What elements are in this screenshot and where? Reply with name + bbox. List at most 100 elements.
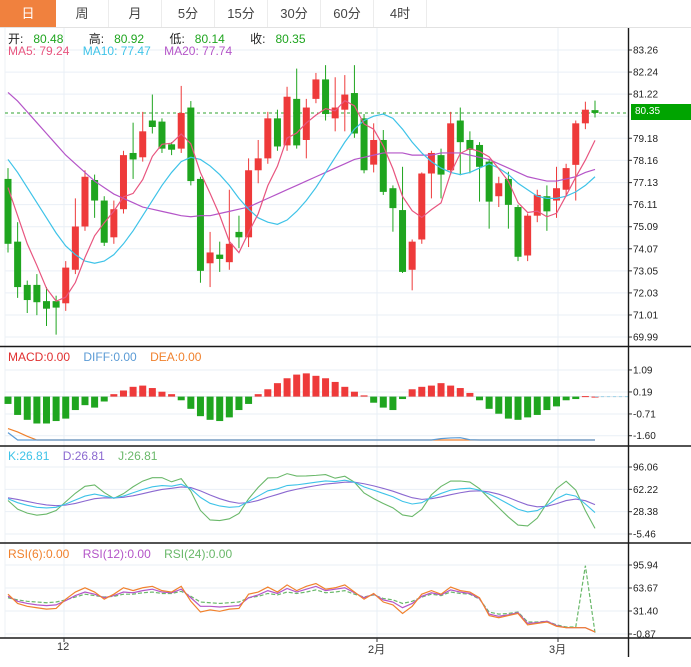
tab-15min[interactable]: 15分 xyxy=(215,0,268,27)
candlestick xyxy=(72,227,79,270)
macd-histogram-bar xyxy=(14,397,21,415)
candlestick xyxy=(582,110,589,124)
macd-histogram-bar xyxy=(380,397,387,408)
candlestick xyxy=(53,301,60,307)
dea-line xyxy=(8,429,595,440)
macd-axis-label: 1.09 xyxy=(633,365,653,376)
macd-histogram-bar xyxy=(476,397,483,401)
macd-histogram-bar xyxy=(91,397,98,408)
macd-histogram-bar xyxy=(158,392,165,397)
kdj-axis-label: -5.46 xyxy=(633,530,656,541)
candlestick xyxy=(264,118,271,158)
macd-histogram-bar xyxy=(495,397,502,414)
tab-4hour[interactable]: 4时 xyxy=(374,0,427,27)
price-axis-label: 71.01 xyxy=(633,310,658,321)
candlestick xyxy=(101,201,108,243)
macd-histogram-bar xyxy=(264,389,271,396)
macd-histogram-bar xyxy=(81,397,88,406)
macd-histogram-bar xyxy=(543,397,550,410)
candlestick xyxy=(447,123,454,170)
kdj-axis-label: 28.38 xyxy=(633,507,658,518)
macd-histogram-bar xyxy=(24,397,31,420)
price-axis-label: 72.03 xyxy=(633,288,658,299)
macd-histogram-bar xyxy=(168,394,175,396)
candlestick xyxy=(505,179,512,205)
macd-histogram-bar xyxy=(110,394,117,396)
macd-histogram-bar xyxy=(255,394,262,396)
candlestick xyxy=(486,162,493,202)
macd-histogram-bar xyxy=(101,397,108,402)
k-value: K:26.81 xyxy=(8,449,49,463)
candlestick xyxy=(524,216,531,256)
macd-histogram-bar xyxy=(572,397,579,399)
macd-histogram-bar xyxy=(53,397,60,421)
macd-histogram-bar xyxy=(72,397,79,410)
candlestick xyxy=(515,207,522,257)
macd-histogram-bar xyxy=(418,387,425,397)
macd-histogram-bar xyxy=(178,397,185,401)
close-value: 80.35 xyxy=(276,32,306,46)
macd-histogram-bar xyxy=(274,383,281,396)
rsi6-value: RSI(6):0.00 xyxy=(8,547,69,561)
macd-histogram-bar xyxy=(139,386,146,397)
macd-histogram-bar xyxy=(303,373,310,396)
macd-histogram-bar xyxy=(553,397,560,407)
price-axis-label: 69.99 xyxy=(633,333,658,344)
candlestick xyxy=(207,252,214,263)
candlestick xyxy=(255,158,262,170)
last-price-badge: 80.35 xyxy=(631,104,691,120)
macd-histogram-bar xyxy=(5,397,12,404)
chart-canvas[interactable]: 83.2682.2481.2279.1878.1677.1376.1175.09… xyxy=(0,0,691,667)
macd-histogram-bar xyxy=(120,390,127,396)
rsi24-line xyxy=(8,566,595,633)
macd-histogram-bar xyxy=(438,383,445,396)
tab-5min[interactable]: 5分 xyxy=(162,0,215,27)
macd-histogram-bar xyxy=(284,378,291,396)
candlestick xyxy=(178,113,185,149)
price-axis-label: 79.18 xyxy=(633,134,658,145)
candlestick xyxy=(226,244,233,262)
candlestick xyxy=(380,140,387,192)
candlestick xyxy=(361,118,368,170)
macd-histogram-bar xyxy=(235,397,242,410)
candlestick xyxy=(24,285,31,300)
j-line xyxy=(8,474,595,529)
macd-histogram-bar xyxy=(515,397,522,420)
rsi-axis-label: 31.40 xyxy=(633,607,658,618)
macd-histogram-bar xyxy=(187,397,194,409)
macd-histogram-bar xyxy=(62,397,69,419)
macd-histogram-bar xyxy=(293,375,300,397)
candlestick xyxy=(168,144,175,149)
macd-histogram-bar xyxy=(245,397,252,404)
price-axis-label: 76.11 xyxy=(633,200,658,211)
macd-histogram-bar xyxy=(524,397,531,418)
candlestick xyxy=(216,255,223,259)
tab-month[interactable]: 月 xyxy=(109,0,162,27)
macd-histogram-bar xyxy=(563,397,570,401)
tab-day[interactable]: 日 xyxy=(0,0,56,27)
candlestick xyxy=(14,242,21,287)
candlestick xyxy=(81,177,88,227)
macd-histogram-bar xyxy=(534,397,541,415)
candlestick xyxy=(399,210,406,272)
tab-week[interactable]: 周 xyxy=(56,0,109,27)
price-axis-label: 83.26 xyxy=(633,46,658,57)
price-axis-label: 74.07 xyxy=(633,244,658,255)
macd-histogram-bar xyxy=(370,397,377,403)
candlestick xyxy=(389,188,396,208)
candlestick xyxy=(592,110,599,113)
macd-histogram-bar xyxy=(226,397,233,418)
tab-30min[interactable]: 30分 xyxy=(268,0,321,27)
macd-histogram-bar xyxy=(33,397,40,424)
ma10-readout: MA10: 77.47 xyxy=(83,44,151,58)
candlestick xyxy=(33,285,40,302)
candlestick xyxy=(332,108,339,119)
candlestick xyxy=(370,140,377,165)
candlestick xyxy=(438,155,445,174)
rsi-axis-label: -0.87 xyxy=(633,630,656,641)
tab-60min[interactable]: 60分 xyxy=(321,0,374,27)
rsi12-value: RSI(12):0.00 xyxy=(83,547,151,561)
candlestick xyxy=(293,99,300,146)
rsi-axis-label: 63.67 xyxy=(633,584,658,595)
rsi24-value: RSI(24):0.00 xyxy=(164,547,232,561)
